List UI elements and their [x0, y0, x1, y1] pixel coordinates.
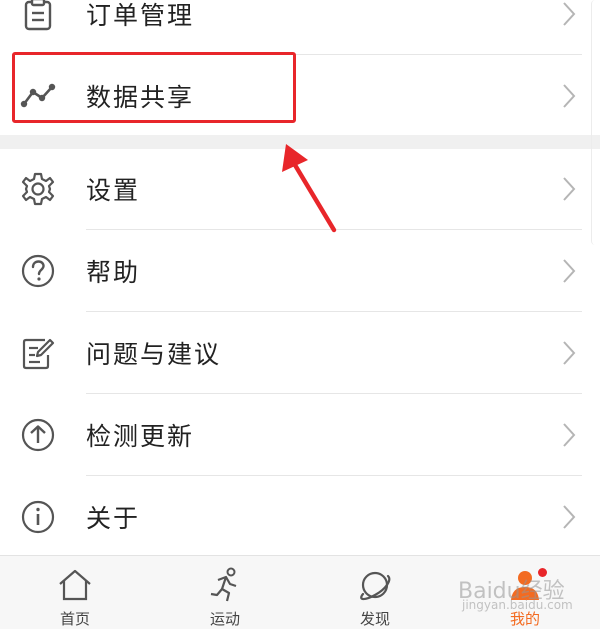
menu-item-label: 关于	[86, 504, 141, 533]
chevron-right-icon	[563, 341, 576, 365]
gear-icon	[18, 169, 58, 209]
tab-home[interactable]: 首页	[0, 556, 150, 629]
tab-label: 首页	[59, 610, 90, 628]
scroll-edge	[591, 0, 600, 245]
running-icon	[210, 567, 237, 602]
chevron-right-icon	[563, 2, 576, 26]
menu-item-label: 帮助	[86, 258, 141, 287]
menu-item-label: 问题与建议	[86, 340, 222, 369]
divider	[86, 475, 582, 476]
clipboard-icon	[18, 0, 58, 34]
menu-item-orders[interactable]: 订单管理	[0, 0, 600, 54]
menu-item-label: 检测更新	[86, 422, 195, 451]
menu-item-help[interactable]: 帮助	[0, 231, 600, 311]
watermark-sub: jingyan.baidu.com	[462, 598, 573, 612]
menu-item-label: 订单管理	[86, 1, 195, 30]
tab-label: 运动	[209, 610, 240, 628]
tab-label: 发现	[359, 610, 390, 628]
tab-sport[interactable]: 运动	[150, 556, 300, 629]
divider	[86, 311, 582, 312]
menu-item-label: 设置	[86, 176, 141, 205]
menu-item-feedback[interactable]: 问题与建议	[0, 313, 600, 393]
edit-note-icon	[18, 333, 58, 373]
chevron-right-icon	[563, 423, 576, 447]
highlight-box	[12, 52, 296, 123]
chevron-right-icon	[563, 505, 576, 529]
chevron-right-icon	[563, 177, 576, 201]
planet-icon	[360, 571, 391, 601]
menu-item-check-update[interactable]: 检测更新	[0, 395, 600, 475]
question-icon	[18, 251, 58, 291]
annotation-arrow-icon	[282, 144, 337, 233]
chevron-right-icon	[563, 259, 576, 283]
home-icon	[59, 569, 91, 601]
bottom-tab-bar: 首页 运动 发现 我的 Baidu经验 jingyan.baidu.com	[0, 555, 600, 629]
chevron-right-icon	[563, 84, 576, 108]
upload-arrow-icon	[18, 415, 58, 455]
menu-item-about[interactable]: 关于	[0, 477, 600, 557]
tab-discover[interactable]: 发现	[300, 556, 450, 629]
info-icon	[18, 497, 58, 537]
divider	[86, 393, 582, 394]
